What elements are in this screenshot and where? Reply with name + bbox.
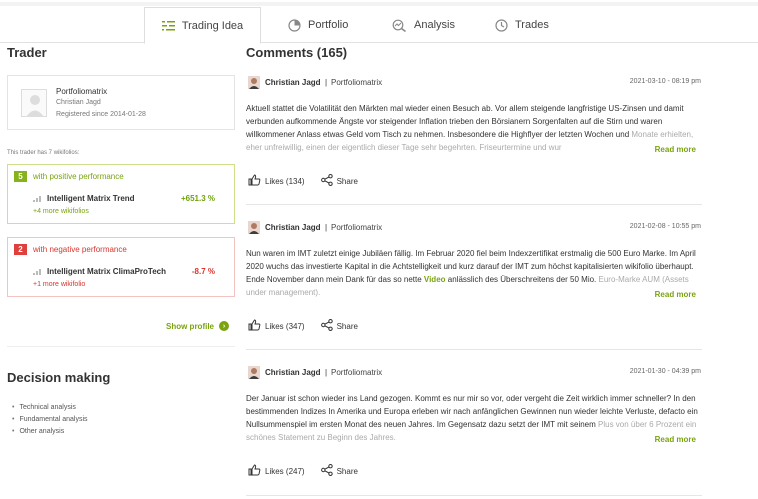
performance-value: +651.3 % <box>180 194 215 203</box>
video-link[interactable]: Video <box>424 275 446 284</box>
comment-item: Christian Jagd | Portfoliomatrix 2021-03… <box>246 75 702 205</box>
tab-label: Portfolio <box>308 19 349 31</box>
comment-actions: Likes (347) Share <box>248 319 374 333</box>
divider <box>246 495 702 496</box>
wikifolio-count-note: This trader has 7 wikifolios: <box>7 150 80 156</box>
show-profile-link[interactable]: Show profile › <box>166 321 229 331</box>
decision-heading: Decision making <box>7 370 111 385</box>
registered-since: Registered since 2014-01-28 <box>56 111 146 118</box>
negative-performance-title: with negative performance <box>33 245 127 254</box>
chart-lines-icon <box>161 20 175 31</box>
trader-heading: Trader <box>7 45 47 60</box>
comment-date: 2021-03-10 - 08:19 pm <box>629 78 701 85</box>
author-avatar[interactable] <box>248 76 260 89</box>
separator: | <box>325 78 328 87</box>
comment-author[interactable]: Christian Jagd <box>265 223 321 232</box>
share-label: Share <box>336 321 358 331</box>
comments-heading: Comments (165) <box>246 45 348 60</box>
share-icon <box>320 319 333 333</box>
comment-body: Aktuell stattet die Volatilität den Märk… <box>246 104 684 139</box>
trader-person: Christian Jagd <box>56 99 101 106</box>
tab-trades[interactable]: Trades <box>495 7 549 43</box>
comment-header: Christian Jagd | Portfoliomatrix 2021-01… <box>246 365 702 381</box>
positive-performance-title: with positive performance <box>33 172 124 181</box>
comment-wikifolio[interactable]: Portfoliomatrix <box>331 223 382 232</box>
comment-item: Christian Jagd | Portfoliomatrix 2021-01… <box>246 365 702 499</box>
likes-count: Likes (134) <box>265 176 305 186</box>
tab-label: Trades <box>515 19 549 31</box>
trader-name[interactable]: Portfoliomatrix <box>56 87 107 96</box>
read-more-link[interactable]: Read more <box>650 290 696 299</box>
share-icon <box>320 464 333 478</box>
comment-date: 2021-02-08 - 10:55 pm <box>629 223 701 230</box>
share-button[interactable]: Share <box>320 464 358 478</box>
tab-label: Analysis <box>414 19 455 31</box>
share-icon <box>320 174 333 188</box>
decision-item: Fundamental analysis <box>12 414 87 426</box>
decision-item: Other analysis <box>12 426 88 438</box>
likes-count: Likes (347) <box>265 321 305 331</box>
divider <box>246 349 702 350</box>
tab-analysis[interactable]: Analysis <box>392 7 455 43</box>
comment-actions: Likes (134) Share <box>248 174 374 188</box>
positive-performance-card: 5 with positive performance Intelligent … <box>7 164 235 224</box>
decision-item: Technical analysis <box>12 402 88 414</box>
comment-wikifolio[interactable]: Portfoliomatrix <box>331 368 382 377</box>
author-avatar[interactable] <box>248 366 260 379</box>
comment-wikifolio[interactable]: Portfoliomatrix <box>331 78 382 87</box>
comment-date: 2021-01-30 - 04:39 pm <box>629 368 701 375</box>
clock-icon <box>495 18 508 32</box>
like-button[interactable]: Likes (347) <box>248 319 305 333</box>
magnifier-chart-icon <box>392 19 407 32</box>
read-more-link[interactable]: Read more <box>650 435 696 444</box>
trader-card[interactable]: Portfoliomatrix Christian Jagd Registere… <box>7 75 235 130</box>
arrow-right-circle-icon: › <box>219 321 229 331</box>
top-strip <box>0 2 758 6</box>
bar-chart-icon <box>33 196 42 202</box>
comment-body-cont: anlässlich des Überschreitens der 50 Mio… <box>447 275 597 284</box>
read-more-link[interactable]: Read more <box>650 145 696 154</box>
tab-trading-idea[interactable]: Trading Idea <box>144 7 261 44</box>
author-avatar[interactable] <box>248 221 260 234</box>
wikifolio-name[interactable]: Intelligent Matrix Trend <box>47 194 135 203</box>
share-label: Share <box>336 466 358 476</box>
like-button[interactable]: Likes (134) <box>248 174 305 188</box>
separator: | <box>325 223 328 232</box>
comment-header: Christian Jagd | Portfoliomatrix 2021-02… <box>246 220 702 236</box>
avatar-placeholder <box>21 89 47 117</box>
decision-list: Technical analysis Fundamental analysis … <box>12 402 88 438</box>
show-profile-label: Show profile <box>166 321 214 331</box>
comment-text: Der Januar ist schon wieder ins Land gez… <box>246 392 702 444</box>
tab-bar: Trading Idea Portfolio Analysis Trades <box>0 0 758 44</box>
comment-text: Nun waren im IMT zuletzt einige Jubiläen… <box>246 247 702 299</box>
positive-count-badge: 5 <box>14 171 27 182</box>
share-label: Share <box>336 176 358 186</box>
comment-actions: Likes (247) Share <box>248 464 374 478</box>
divider <box>246 204 702 205</box>
comment-item: Christian Jagd | Portfoliomatrix 2021-02… <box>246 220 702 350</box>
comment-author[interactable]: Christian Jagd <box>265 368 321 377</box>
tab-portfolio[interactable]: Portfolio <box>288 7 348 43</box>
like-button[interactable]: Likes (247) <box>248 464 305 478</box>
divider <box>7 346 235 347</box>
performance-value: -8.7 % <box>191 267 215 276</box>
tab-label: Trading Idea <box>181 19 244 32</box>
negative-count-badge: 2 <box>14 244 27 255</box>
comment-header: Christian Jagd | Portfoliomatrix 2021-03… <box>246 75 702 91</box>
pie-chart-icon <box>288 18 301 32</box>
thumbs-up-icon <box>248 174 261 188</box>
share-button[interactable]: Share <box>320 319 358 333</box>
wikifolio-name[interactable]: Intelligent Matrix ClimaProTech <box>47 267 166 276</box>
share-button[interactable]: Share <box>320 174 358 188</box>
separator: | <box>325 368 328 377</box>
thumbs-up-icon <box>248 319 261 333</box>
likes-count: Likes (247) <box>265 466 305 476</box>
negative-performance-card: 2 with negative performance Intelligent … <box>7 237 235 297</box>
more-wikifolios-link[interactable]: +1 more wikifolio <box>33 281 85 288</box>
more-wikifolios-link[interactable]: +4 more wikifolios <box>33 208 89 215</box>
comment-text: Aktuell stattet die Volatilität den Märk… <box>246 102 702 154</box>
comment-author[interactable]: Christian Jagd <box>265 78 321 87</box>
bar-chart-icon <box>33 269 42 275</box>
thumbs-up-icon <box>248 464 261 478</box>
